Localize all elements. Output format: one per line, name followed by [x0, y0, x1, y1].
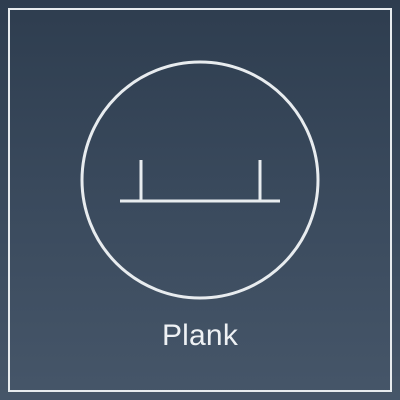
plank-tile[interactable]: Plank	[0, 0, 400, 400]
icon-circle	[80, 60, 320, 300]
tile-label: Plank	[161, 319, 239, 352]
plank-icon	[80, 60, 320, 300]
plank-icon-svg	[80, 60, 320, 300]
